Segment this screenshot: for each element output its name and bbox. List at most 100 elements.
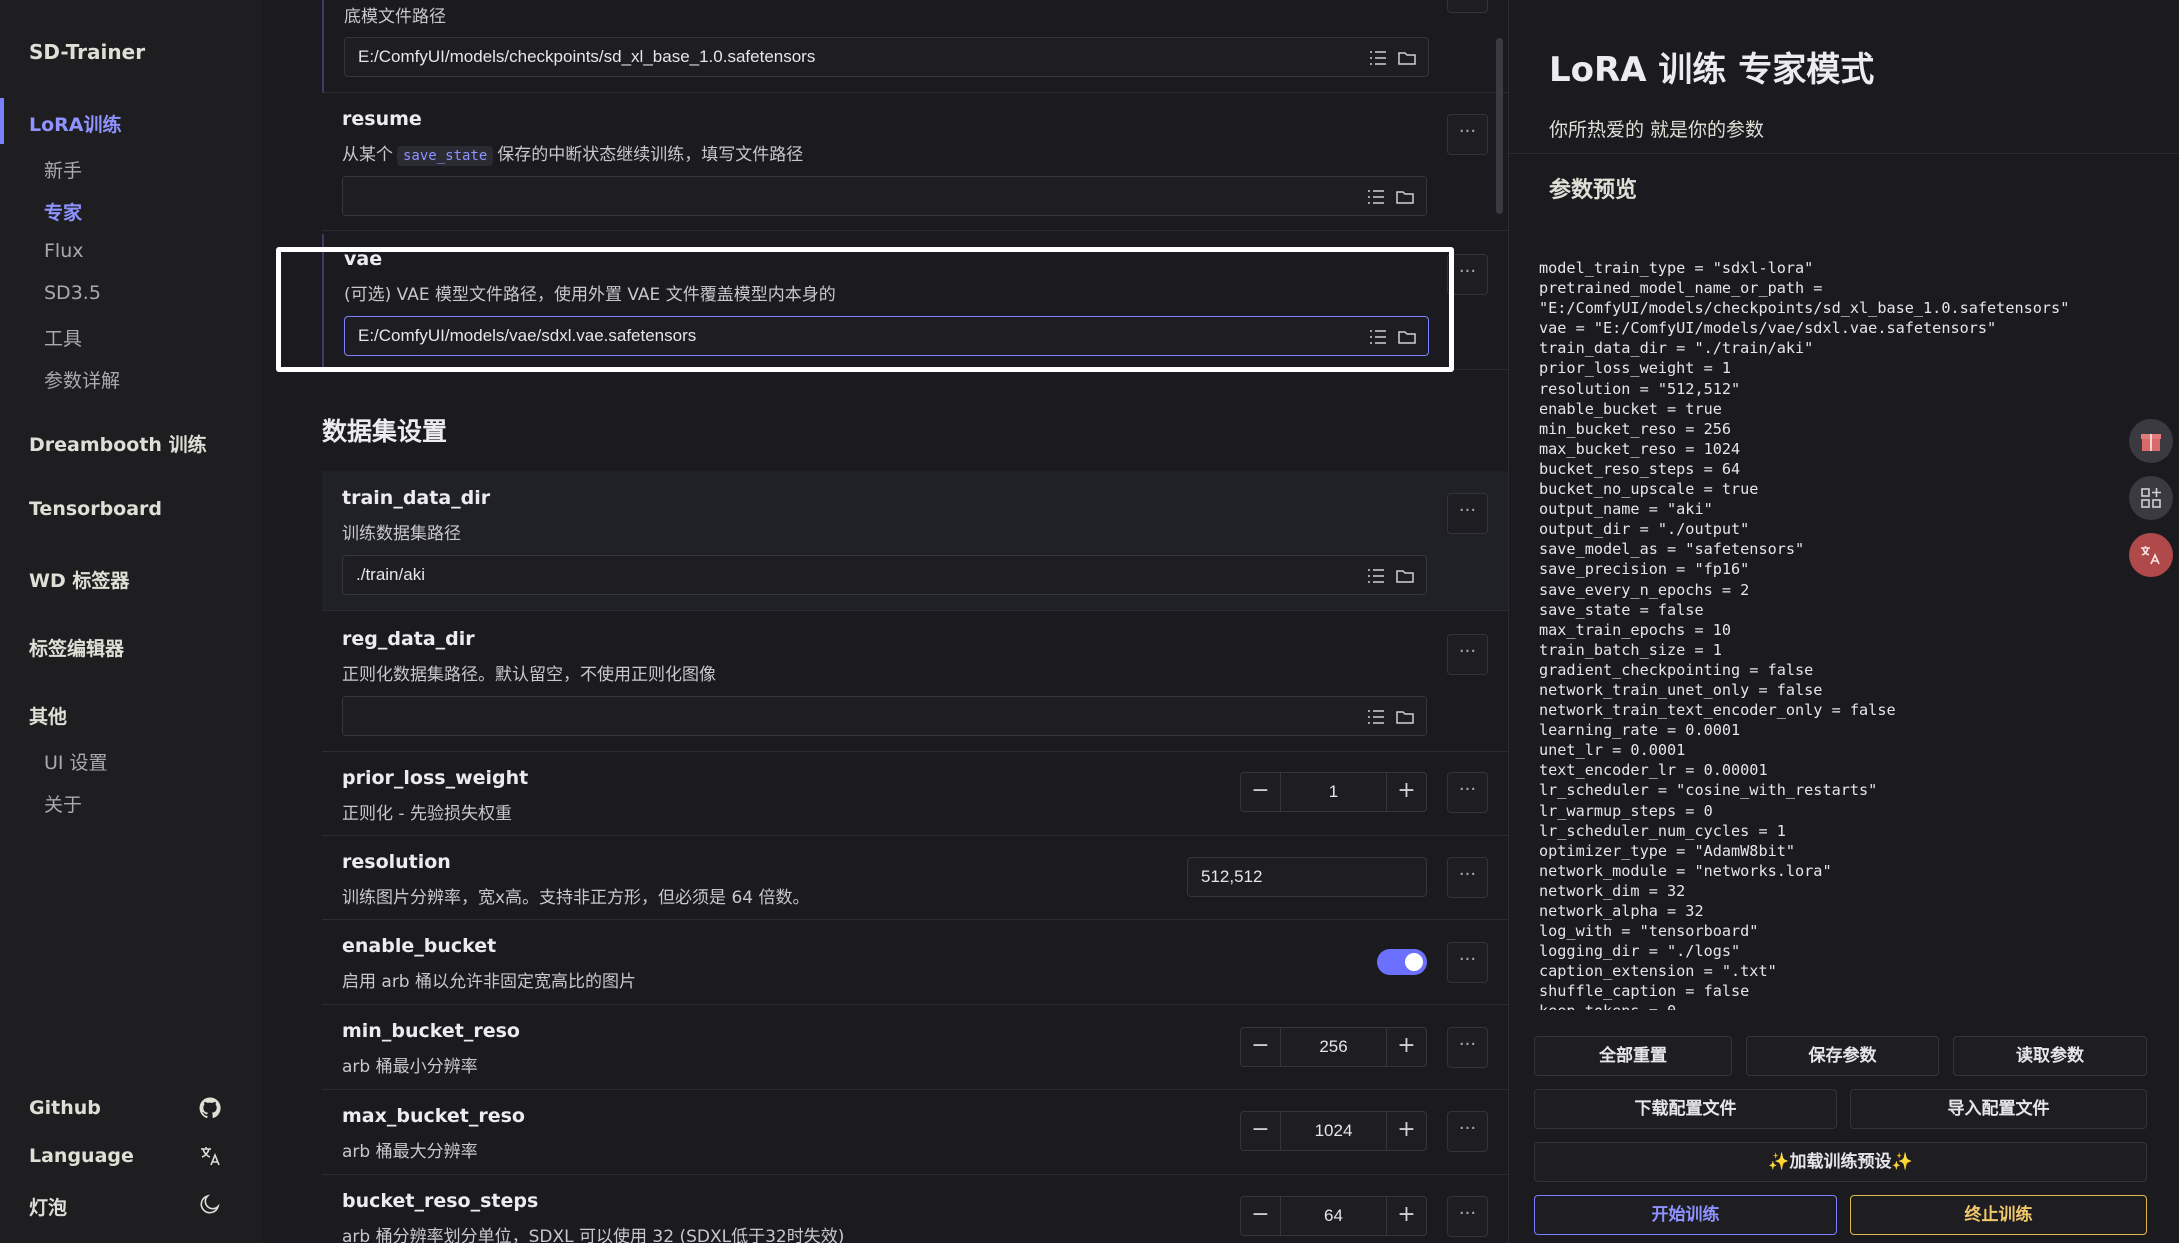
min-bucket-reso-value[interactable]: 256 xyxy=(1281,1037,1386,1057)
params-preview-title: 参数预览 xyxy=(1549,178,1638,203)
sidebar-item-expert[interactable]: 专家 xyxy=(44,198,82,225)
code-line: network_alpha = 32 xyxy=(1539,902,1704,920)
theme-toggle[interactable]: 灯泡 xyxy=(29,1193,67,1220)
min-bucket-reso-card: min_bucket_reso arb 桶最小分辨率 − 256 + ··· xyxy=(322,1006,1508,1090)
github-icon[interactable] xyxy=(198,1096,222,1120)
bucket-reso-steps-stepper[interactable]: − 64 + xyxy=(1240,1196,1427,1236)
decrement-button[interactable]: − xyxy=(1241,1112,1281,1150)
pretrained-model-input[interactable]: E:/ComfyUI/models/checkpoints/sd_xl_base… xyxy=(344,37,1429,77)
decrement-button[interactable]: − xyxy=(1241,1197,1281,1235)
enable-bucket-more-button[interactable]: ··· xyxy=(1447,942,1488,983)
reg-data-dir-input[interactable] xyxy=(342,696,1427,736)
save-params-button[interactable]: 保存参数 xyxy=(1746,1036,1939,1076)
translate-float-button[interactable] xyxy=(2129,533,2173,577)
github-link[interactable]: Github xyxy=(29,1097,101,1119)
min-bucket-reso-more-button[interactable]: ··· xyxy=(1447,1027,1488,1068)
sidebar-item-tag-editor[interactable]: 标签编辑器 xyxy=(29,634,124,661)
code-line: model_train_type = "sdxl-lora" xyxy=(1539,259,1814,277)
decrement-button[interactable]: − xyxy=(1241,1028,1281,1066)
list-icon[interactable] xyxy=(1366,566,1386,586)
code-line: output_name = "aki" xyxy=(1539,500,1713,519)
resolution-input[interactable]: 512,512 xyxy=(1187,857,1427,897)
sidebar-item-wd-tagger[interactable]: WD 标签器 xyxy=(29,566,129,593)
bucket-reso-steps-card: bucket_reso_steps arb 桶分辨率划分单位，SDXL 可以使用… xyxy=(322,1176,1508,1243)
start-training-button[interactable]: 开始训练 xyxy=(1534,1195,1837,1235)
translate-icon xyxy=(2141,546,2160,565)
folder-icon[interactable] xyxy=(1397,48,1417,68)
code-line: caption_extension = ".txt" xyxy=(1539,962,1777,981)
code-line: lr_warmup_steps = 0 xyxy=(1539,801,1713,820)
bucket-reso-steps-value[interactable]: 64 xyxy=(1281,1206,1386,1226)
gift-button[interactable] xyxy=(2129,419,2173,463)
code-line: lr_scheduler = "cosine_with_restarts" xyxy=(1539,781,1878,800)
max-bucket-reso-value[interactable]: 1024 xyxy=(1281,1121,1386,1141)
min-bucket-reso-stepper[interactable]: − 256 + xyxy=(1240,1027,1427,1067)
list-icon[interactable] xyxy=(1366,187,1386,207)
max-bucket-reso-stepper[interactable]: − 1024 + xyxy=(1240,1111,1427,1151)
prior-loss-weight-stepper[interactable]: − 1 + xyxy=(1240,772,1427,812)
sidebar: SD-Trainer LoRA训练 新手 专家 Flux SD3.5 工具 参数… xyxy=(0,0,261,1243)
load-preset-button[interactable]: ✨加载训练预设✨ xyxy=(1534,1142,2147,1182)
code-line: lr_scheduler_num_cycles = 1 xyxy=(1539,821,1786,840)
resolution-more-button[interactable]: ··· xyxy=(1447,857,1488,898)
download-config-button[interactable]: 下载配置文件 xyxy=(1534,1089,1837,1129)
apps-button[interactable] xyxy=(2129,476,2173,520)
increment-button[interactable]: + xyxy=(1386,1112,1426,1150)
enable-bucket-toggle[interactable] xyxy=(1377,949,1427,975)
increment-button[interactable]: + xyxy=(1386,1197,1426,1235)
reg-data-dir-card: reg_data_dir 正则化数据集路径。默认留空，不使用正则化图像 ··· xyxy=(322,612,1508,752)
folder-icon[interactable] xyxy=(1395,707,1415,727)
increment-button[interactable]: + xyxy=(1386,773,1426,811)
enable-bucket-name: enable_bucket xyxy=(342,935,497,957)
reset-all-button[interactable]: 全部重置 xyxy=(1534,1036,1732,1076)
code-line: max_bucket_reso = 1024 xyxy=(1539,439,1741,458)
code-line: output_dir = "./output" xyxy=(1539,520,1750,539)
folder-icon[interactable] xyxy=(1395,187,1415,207)
load-params-button[interactable]: 读取参数 xyxy=(1953,1036,2147,1076)
list-icon[interactable] xyxy=(1368,48,1388,68)
sidebar-item-tensorboard[interactable]: Tensorboard xyxy=(29,498,162,520)
code-line: train_batch_size = 1 xyxy=(1539,640,1722,659)
sidebar-item-dreambooth[interactable]: Dreambooth 训练 xyxy=(29,430,207,457)
sidebar-item-flux[interactable]: Flux xyxy=(44,240,84,262)
right-panel: LoRA 训练 专家模式 你所热爱的 就是你的参数 参数预览 model_tra… xyxy=(1508,0,2179,1243)
moon-icon[interactable] xyxy=(198,1192,222,1216)
resume-code: save_state xyxy=(397,146,494,166)
resolution-card: resolution 训练图片分辨率，宽x高。支持非正方形，但必须是 64 倍数… xyxy=(322,837,1508,920)
sidebar-item-lora[interactable]: LoRA训练 xyxy=(29,110,122,137)
code-line: bucket_reso_steps = 64 xyxy=(1539,459,1741,478)
reg-data-dir-more-button[interactable]: ··· xyxy=(1447,634,1488,675)
more-button[interactable]: ··· xyxy=(1447,0,1488,13)
sidebar-item-sd35[interactable]: SD3.5 xyxy=(44,282,101,304)
prior-loss-weight-value[interactable]: 1 xyxy=(1281,782,1386,802)
translate-icon[interactable] xyxy=(198,1144,222,1168)
prior-loss-weight-more-button[interactable]: ··· xyxy=(1447,772,1488,813)
resume-more-button[interactable]: ··· xyxy=(1447,114,1488,155)
min-bucket-reso-name: min_bucket_reso xyxy=(342,1020,520,1042)
increment-button[interactable]: + xyxy=(1386,1028,1426,1066)
min-bucket-reso-desc: arb 桶最小分辨率 xyxy=(342,1057,478,1077)
bucket-reso-steps-more-button[interactable]: ··· xyxy=(1447,1196,1488,1237)
import-config-button[interactable]: 导入配置文件 xyxy=(1850,1089,2147,1129)
resume-input[interactable] xyxy=(342,176,1427,216)
main-scrollbar[interactable] xyxy=(1496,38,1503,214)
train-data-dir-more-button[interactable]: ··· xyxy=(1447,493,1488,534)
sidebar-item-about[interactable]: 关于 xyxy=(44,790,82,817)
max-bucket-reso-desc: arb 桶最大分辨率 xyxy=(342,1142,478,1162)
decrement-button[interactable]: − xyxy=(1241,773,1281,811)
panel-subtitle: 你所热爱的 就是你的参数 xyxy=(1549,119,1765,141)
language-switch[interactable]: Language xyxy=(29,1145,134,1167)
max-bucket-reso-more-button[interactable]: ··· xyxy=(1447,1111,1488,1152)
code-line: gradient_checkpointing = false xyxy=(1539,660,1814,679)
train-data-dir-input[interactable]: ./train/aki xyxy=(342,555,1427,595)
stop-training-button[interactable]: 终止训练 xyxy=(1850,1195,2147,1235)
active-indicator xyxy=(0,98,4,144)
list-icon[interactable] xyxy=(1366,707,1386,727)
sidebar-item-tools[interactable]: 工具 xyxy=(44,324,82,351)
resolution-name: resolution xyxy=(342,851,451,873)
folder-icon[interactable] xyxy=(1395,566,1415,586)
sidebar-item-beginner[interactable]: 新手 xyxy=(44,156,82,183)
sidebar-item-param-details[interactable]: 参数详解 xyxy=(44,366,120,393)
sidebar-item-ui-settings[interactable]: UI 设置 xyxy=(44,748,108,775)
code-line: optimizer_type = "AdamW8bit" xyxy=(1539,841,1796,860)
